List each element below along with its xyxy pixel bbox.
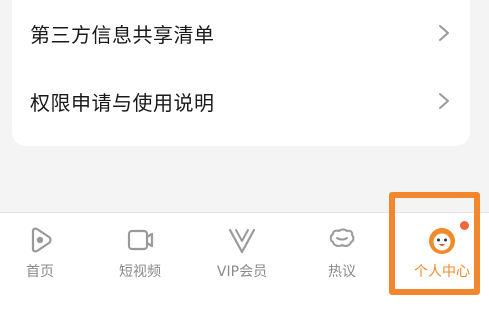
bottom-tab-bar: 首页 短视频 VIP会员 热议 个人中心 (0, 212, 489, 315)
home-play-icon (31, 227, 52, 253)
tab-profile[interactable]: 个人中心 (394, 213, 489, 293)
tab-label: 短视频 (119, 264, 161, 280)
tab-label: 个人中心 (414, 264, 470, 280)
tab-short-video[interactable]: 短视频 (92, 213, 188, 293)
settings-item-permission-explanation[interactable]: 权限申请与使用说明 (12, 71, 470, 131)
tab-label: 热议 (328, 264, 356, 280)
tab-vip[interactable]: VIP会员 (194, 213, 290, 293)
settings-item-third-party-sharing[interactable]: 第三方信息共享清单 (12, 3, 470, 63)
profile-mascot-icon (429, 228, 455, 254)
tab-discussion[interactable]: 热议 (294, 213, 390, 293)
chevron-right-icon (439, 25, 449, 41)
settings-item-label: 权限申请与使用说明 (30, 90, 215, 115)
chevron-right-icon (439, 93, 449, 109)
short-video-icon (127, 229, 154, 251)
tab-label: VIP会员 (216, 264, 268, 280)
tab-label: 首页 (26, 264, 54, 280)
settings-item-label: 第三方信息共享清单 (30, 22, 215, 47)
tab-home[interactable]: 首页 (0, 213, 88, 293)
vip-icon (228, 228, 256, 254)
settings-card: 第三方信息共享清单 权限申请与使用说明 (12, 0, 470, 146)
discussion-icon (329, 228, 355, 247)
notification-dot (460, 221, 469, 230)
